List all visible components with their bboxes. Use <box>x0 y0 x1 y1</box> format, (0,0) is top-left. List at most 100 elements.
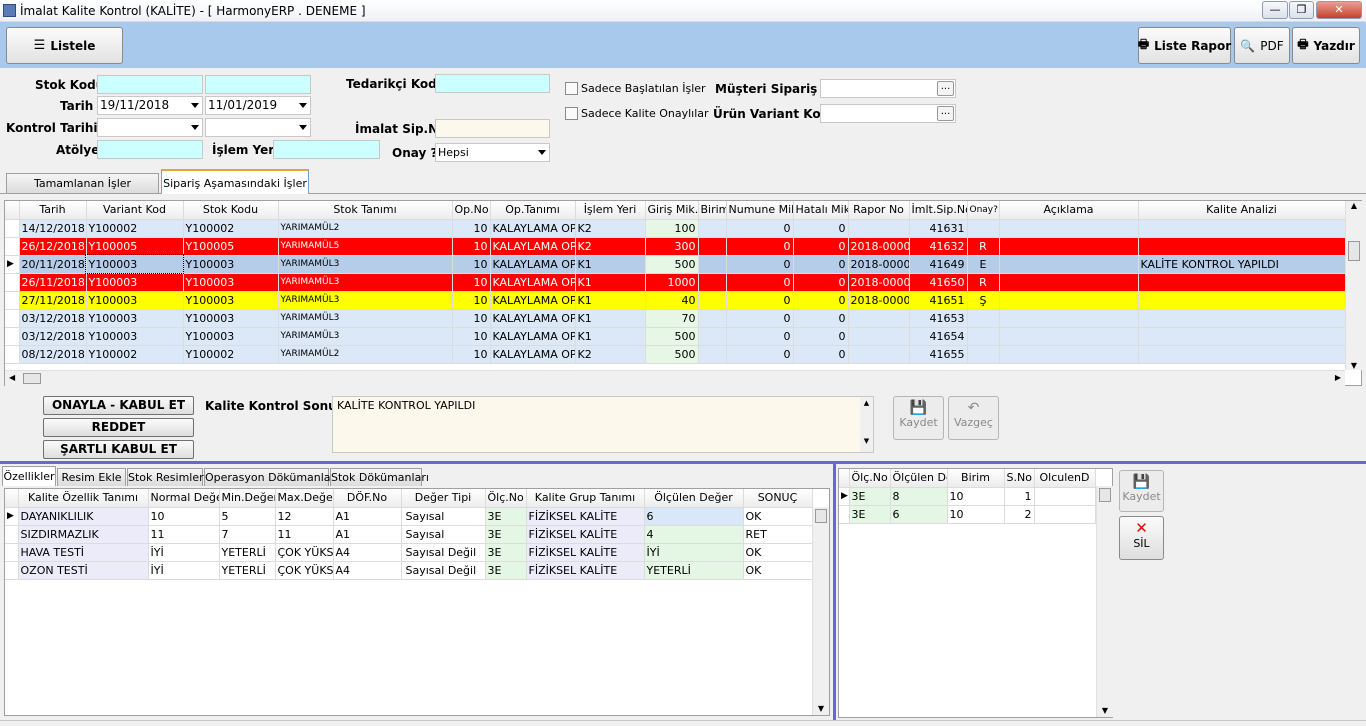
cell-giris[interactable]: 500 <box>645 345 699 364</box>
cell-tanim[interactable]: YARIMAMÜL3 <box>278 291 453 310</box>
cell-giris[interactable]: 300 <box>645 237 699 256</box>
cell-sno[interactable]: 1 <box>1004 487 1035 506</box>
cell-opno[interactable]: 10 <box>452 219 491 238</box>
cell-min[interactable]: 7 <box>219 525 276 544</box>
column-header[interactable]: Kalite Grup Tanımı <box>526 489 645 508</box>
table-row[interactable]: ▶ 3E 8 10 1 <box>839 487 1096 506</box>
cell-aciklama[interactable] <box>999 273 1139 292</box>
tab-tamamlanan[interactable]: Tamamlanan İşler <box>6 173 159 193</box>
current-row-arrow-icon[interactable]: ▶ <box>5 255 20 274</box>
cell-max[interactable]: ÇOK YÜKS <box>275 543 334 562</box>
column-header[interactable]: Onay? <box>967 201 1000 220</box>
cell-variant[interactable]: Y100003 <box>85 254 184 274</box>
cell-olcno[interactable]: 3E <box>485 507 527 526</box>
cell-od[interactable] <box>1034 505 1096 524</box>
scroll-up-icon[interactable]: ▲ <box>1346 201 1362 215</box>
stok-kodu-from-input[interactable] <box>97 75 203 94</box>
table-row[interactable]: 14/12/2018 Y100002 Y100002 YARIMAMÜL2 10 KALA… <box>5 219 1346 238</box>
column-header[interactable]: Ölçülen Değer <box>644 489 744 508</box>
cell-sonuc[interactable]: OK <box>743 561 813 580</box>
cell-sno[interactable]: 2 <box>1004 505 1035 524</box>
cell-onay[interactable] <box>967 345 1000 364</box>
cell-analiz[interactable] <box>1138 291 1346 310</box>
cell-optanim[interactable]: KALAYLAMA OP <box>490 345 576 364</box>
column-header[interactable]: Op.Tanımı <box>490 201 576 220</box>
cell-rapor[interactable] <box>848 327 910 346</box>
table-row[interactable]: 03/12/2018 Y100003 Y100003 YARIMAMÜL3 10 KALA… <box>5 327 1346 346</box>
cell-onay[interactable] <box>967 327 1000 346</box>
cell-birim[interactable] <box>698 327 727 346</box>
column-header[interactable]: Açıklama <box>999 201 1139 220</box>
cell-optanim[interactable]: KALAYLAMA OP <box>490 327 576 346</box>
scroll-thumb[interactable] <box>815 509 827 523</box>
cell-stok[interactable]: Y100005 <box>183 237 279 256</box>
cell-tarih[interactable]: 20/11/2018 <box>19 255 87 274</box>
row-selector[interactable] <box>5 237 20 256</box>
cell-olcno[interactable]: 3E <box>485 525 527 544</box>
cell-onay[interactable]: E <box>967 255 1000 274</box>
scroll-right-icon[interactable]: ▶ <box>1335 373 1341 382</box>
column-header[interactable]: Op.No <box>452 201 491 220</box>
cell-normal[interactable]: İYİ <box>148 561 220 580</box>
imalat-sip-input[interactable] <box>435 119 550 138</box>
cell-imlt[interactable]: 41654 <box>909 327 968 346</box>
table-row[interactable]: SIZDIRMAZLIK 11 7 11 A1 Sayısal 3E FİZİKSEL KAL… <box>5 525 813 544</box>
cell-stok[interactable]: Y100002 <box>183 345 279 364</box>
close-button[interactable]: ✕ <box>1316 1 1362 19</box>
result-textarea[interactable]: KALİTE KONTROL YAPILDI ▲ ▼ <box>332 396 874 453</box>
cell-islem[interactable]: K1 <box>575 255 646 274</box>
current-row-arrow-icon[interactable]: ▶ <box>5 507 19 526</box>
cell-imlt[interactable]: 41651 <box>909 291 968 310</box>
cell-opno[interactable]: 10 <box>452 345 491 364</box>
cell-grup[interactable]: FİZİKSEL KALİTE <box>526 507 645 526</box>
approve-button[interactable]: ONAYLA - KABUL ET <box>43 396 194 415</box>
cell-onay[interactable]: R <box>967 237 1000 256</box>
cell-islem[interactable]: K2 <box>575 345 646 364</box>
measure-delete-button[interactable]: ✕ SİL <box>1119 516 1164 560</box>
cell-grup[interactable]: FİZİKSEL KALİTE <box>526 525 645 544</box>
column-header[interactable]: Min.Değer <box>219 489 276 508</box>
cell-min[interactable]: YETERLİ <box>219 561 276 580</box>
cell-hatali[interactable]: 0 <box>793 345 849 364</box>
row-selector[interactable] <box>839 505 850 524</box>
cell-onay[interactable] <box>967 219 1000 238</box>
cell-min[interactable]: 5 <box>219 507 276 526</box>
cell-opno[interactable]: 10 <box>452 309 491 328</box>
cell-aciklama[interactable] <box>999 345 1139 364</box>
cell-birim[interactable] <box>698 219 727 238</box>
cell-rapor[interactable] <box>848 309 910 328</box>
cell-islem[interactable]: K1 <box>575 309 646 328</box>
row-selector[interactable] <box>5 327 20 346</box>
urun-variant-lookup-button[interactable]: ... <box>937 106 954 121</box>
cell-numune[interactable]: 0 <box>726 273 794 292</box>
cell-olculen[interactable]: 4 <box>644 525 744 544</box>
scroll-thumb[interactable] <box>1099 488 1111 502</box>
maximize-button[interactable]: ❐ <box>1289 1 1314 19</box>
column-header[interactable]: Rapor No <box>848 201 910 220</box>
pdf-button[interactable]: 🔍 PDF <box>1234 27 1290 64</box>
cell-imlt[interactable]: 41655 <box>909 345 968 364</box>
cell-tarih[interactable]: 08/12/2018 <box>19 345 87 364</box>
cell-sonuc[interactable]: OK <box>743 543 813 562</box>
cell-tarih[interactable]: 26/12/2018 <box>19 237 87 256</box>
cell-birim[interactable] <box>698 273 727 292</box>
row-selector[interactable] <box>5 561 19 580</box>
cell-normal[interactable]: 11 <box>148 525 220 544</box>
scroll-left-icon[interactable]: ◀ <box>9 373 15 382</box>
cell-aciklama[interactable] <box>999 219 1139 238</box>
cell-hatali[interactable]: 0 <box>793 255 849 274</box>
row-selector[interactable] <box>5 543 19 562</box>
cell-tanim[interactable]: YARIMAMÜL3 <box>278 255 453 274</box>
column-header[interactable]: Numune Mik. <box>726 201 794 220</box>
cell-analiz[interactable] <box>1138 327 1346 346</box>
cell-opno[interactable]: 10 <box>452 255 491 274</box>
cell-stok[interactable]: Y100003 <box>183 327 279 346</box>
cell-giris[interactable]: 500 <box>645 255 699 274</box>
cell-sonuc[interactable]: RET <box>743 525 813 544</box>
cell-rapor[interactable] <box>848 219 910 238</box>
cell-normal[interactable]: İYİ <box>148 543 220 562</box>
sadece-kalite-checkbox[interactable] <box>565 107 578 120</box>
cell-stok[interactable]: Y100003 <box>183 309 279 328</box>
kontrol-tarihi-to-select[interactable] <box>205 118 311 137</box>
tedarikci-kodu-input[interactable] <box>435 74 550 93</box>
